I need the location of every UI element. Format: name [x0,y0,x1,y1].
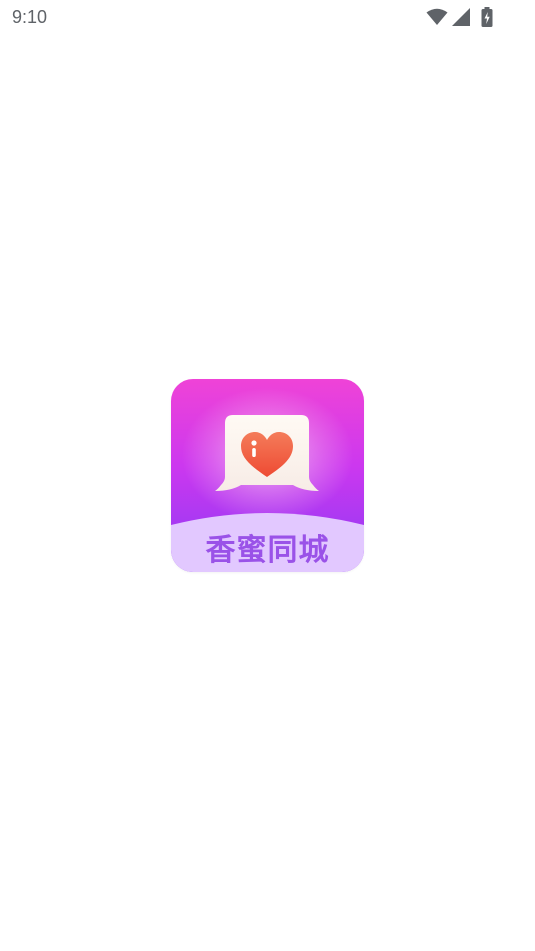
heart-chat-bubble-icon [215,415,319,491]
battery-charging-icon [481,7,493,27]
cellular-signal-icon [452,8,470,26]
status-icons [426,7,496,29]
wifi-icon [426,8,448,25]
app-name: 香蜜同城 [205,533,330,568]
status-time: 9:10 [12,7,48,27]
status-bar: 9:10 [0,0,535,36]
app-logo: 香蜜同城 [171,379,364,572]
